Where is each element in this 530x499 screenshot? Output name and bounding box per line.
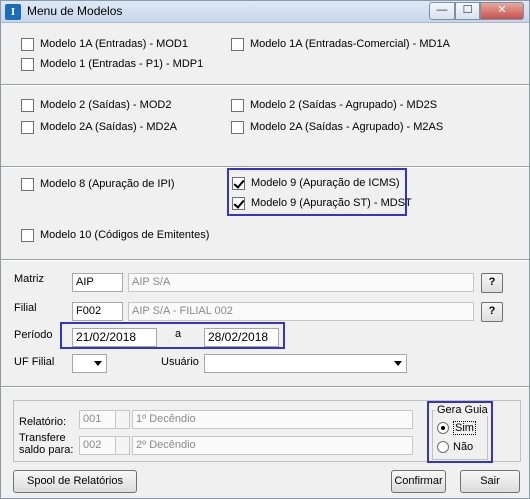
separator bbox=[1, 386, 529, 388]
checkbox-mod9-icms-box[interactable] bbox=[232, 176, 245, 190]
menu-de-modelos-window: I Menu de Modelos — ☐ ✕ Modelo 1A (Entra… bbox=[0, 0, 530, 499]
checkbox-md1a-box[interactable] bbox=[231, 37, 244, 51]
relatorio-code-field: 001 bbox=[79, 410, 116, 429]
matriz-name-field: AIP S/A bbox=[128, 273, 474, 292]
gera-guia-sim-dot[interactable] bbox=[437, 422, 449, 434]
transfere-desc-field: 2º Decêndio bbox=[132, 436, 413, 455]
periodo-separator: a bbox=[175, 328, 182, 340]
periodo-end-input[interactable]: 28/02/2018 bbox=[204, 328, 279, 347]
matriz-lookup-button[interactable]: ? bbox=[481, 273, 503, 293]
checkbox-mod9-st-label: Modelo 9 (Apuração ST) - MDST bbox=[251, 197, 412, 209]
gera-guia-title: Gera Guia bbox=[435, 404, 490, 416]
checkbox-md2a[interactable]: Modelo 2A (Saídas) - MD2A bbox=[21, 119, 177, 135]
checkbox-mod2-label: Modelo 2 (Saídas) - MOD2 bbox=[40, 99, 172, 111]
matriz-label: Matriz bbox=[14, 273, 44, 285]
filial-name-field: AIP S/A - FILIAL 002 bbox=[128, 302, 474, 321]
sair-button[interactable]: Sair bbox=[460, 470, 520, 493]
gera-guia-nao-label: Não bbox=[453, 441, 474, 453]
periodo-label: Período bbox=[14, 329, 53, 341]
checkbox-mod2[interactable]: Modelo 2 (Saídas) - MOD2 bbox=[21, 97, 171, 113]
gera-guia-nao-radio[interactable]: Não bbox=[437, 440, 473, 454]
relatorio-lookup-button bbox=[115, 410, 130, 429]
gera-guia-sim-label: Sim bbox=[453, 421, 476, 435]
maximize-button[interactable]: ☐ bbox=[455, 2, 480, 20]
checkbox-mod9-icms-label: Modelo 9 (Apuração de ICMS) bbox=[251, 177, 400, 189]
checkbox-md2s-box[interactable] bbox=[231, 98, 244, 112]
relatorio-desc-field: 1º Decêndio bbox=[132, 410, 413, 429]
chevron-down-icon bbox=[394, 361, 402, 366]
checkbox-mod9-icms[interactable]: Modelo 9 (Apuração de ICMS) bbox=[232, 175, 400, 191]
checkbox-mod10-box[interactable] bbox=[21, 228, 34, 242]
checkbox-mod1-box[interactable] bbox=[21, 37, 34, 51]
checkbox-md2a-box[interactable] bbox=[21, 120, 34, 134]
filial-code-input[interactable]: F002 bbox=[72, 302, 123, 321]
uf-filial-label: UF Filial bbox=[14, 356, 55, 368]
checkbox-mod1-label: Modelo 1A (Entradas) - MOD1 bbox=[40, 38, 188, 50]
checkbox-m2as[interactable]: Modelo 2A (Saídas - Agrupado) - M2AS bbox=[231, 119, 443, 135]
transfere-lookup-button bbox=[115, 436, 130, 455]
transfere-code-field: 002 bbox=[79, 436, 116, 455]
checkbox-mdp1-box[interactable] bbox=[21, 57, 34, 71]
checkbox-mod9-st-box[interactable] bbox=[232, 196, 245, 210]
separator bbox=[1, 259, 529, 261]
checkbox-m2as-box[interactable] bbox=[231, 120, 244, 134]
uf-filial-select[interactable] bbox=[72, 354, 107, 373]
transfere-label-2: saldo para: bbox=[19, 444, 74, 456]
checkbox-md1a[interactable]: Modelo 1A (Entradas-Comercial) - MD1A bbox=[231, 36, 450, 52]
window-title: Menu de Modelos bbox=[27, 4, 123, 18]
separator bbox=[1, 84, 529, 86]
usuario-select[interactable] bbox=[204, 354, 407, 373]
usuario-label: Usuário bbox=[161, 356, 199, 368]
confirmar-button[interactable]: Confirmar bbox=[391, 470, 446, 493]
gera-guia-sim-radio[interactable]: Sim bbox=[437, 421, 476, 435]
close-button[interactable]: ✕ bbox=[480, 2, 524, 20]
checkbox-md2a-label: Modelo 2A (Saídas) - MD2A bbox=[40, 121, 177, 133]
checkbox-md2s[interactable]: Modelo 2 (Saídas - Agrupado) - MD2S bbox=[231, 97, 437, 113]
relatorio-label: Relatório: bbox=[19, 416, 67, 428]
minimize-button[interactable]: — bbox=[429, 2, 455, 20]
filial-label: Filial bbox=[14, 302, 37, 314]
checkbox-mod9-st[interactable]: Modelo 9 (Apuração ST) - MDST bbox=[232, 195, 412, 211]
checkbox-mod8-box[interactable] bbox=[21, 177, 34, 191]
checkbox-mod10-label: Modelo 10 (Códigos de Emitentes) bbox=[40, 229, 210, 241]
checkbox-mdp1-label: Modelo 1 (Entradas - P1) - MDP1 bbox=[40, 58, 204, 70]
checkbox-mod2-box[interactable] bbox=[21, 98, 34, 112]
checkbox-mod8[interactable]: Modelo 8 (Apuração de IPI) bbox=[21, 176, 175, 192]
checkbox-md2s-label: Modelo 2 (Saídas - Agrupado) - MD2S bbox=[250, 99, 438, 111]
checkbox-m2as-label: Modelo 2A (Saídas - Agrupado) - M2AS bbox=[250, 121, 444, 133]
title-bar: I Menu de Modelos — ☐ ✕ bbox=[1, 1, 529, 23]
chevron-down-icon bbox=[94, 361, 102, 366]
matriz-code-input[interactable]: AIP bbox=[72, 273, 123, 292]
filial-lookup-button[interactable]: ? bbox=[481, 302, 503, 322]
gera-guia-nao-dot[interactable] bbox=[437, 441, 449, 453]
checkbox-mod10[interactable]: Modelo 10 (Códigos de Emitentes) bbox=[21, 227, 209, 243]
checkbox-mod1[interactable]: Modelo 1A (Entradas) - MOD1 bbox=[21, 36, 188, 52]
app-icon: I bbox=[5, 4, 21, 20]
spool-relatorios-button[interactable]: Spool de Relatórios bbox=[13, 470, 137, 493]
checkbox-mdp1[interactable]: Modelo 1 (Entradas - P1) - MDP1 bbox=[21, 56, 203, 72]
periodo-start-input[interactable]: 21/02/2018 bbox=[72, 328, 157, 347]
checkbox-md1a-label: Modelo 1A (Entradas-Comercial) - MD1A bbox=[250, 38, 450, 50]
checkbox-mod8-label: Modelo 8 (Apuração de IPI) bbox=[40, 178, 175, 190]
transfere-label-1: Transfere bbox=[19, 432, 66, 444]
